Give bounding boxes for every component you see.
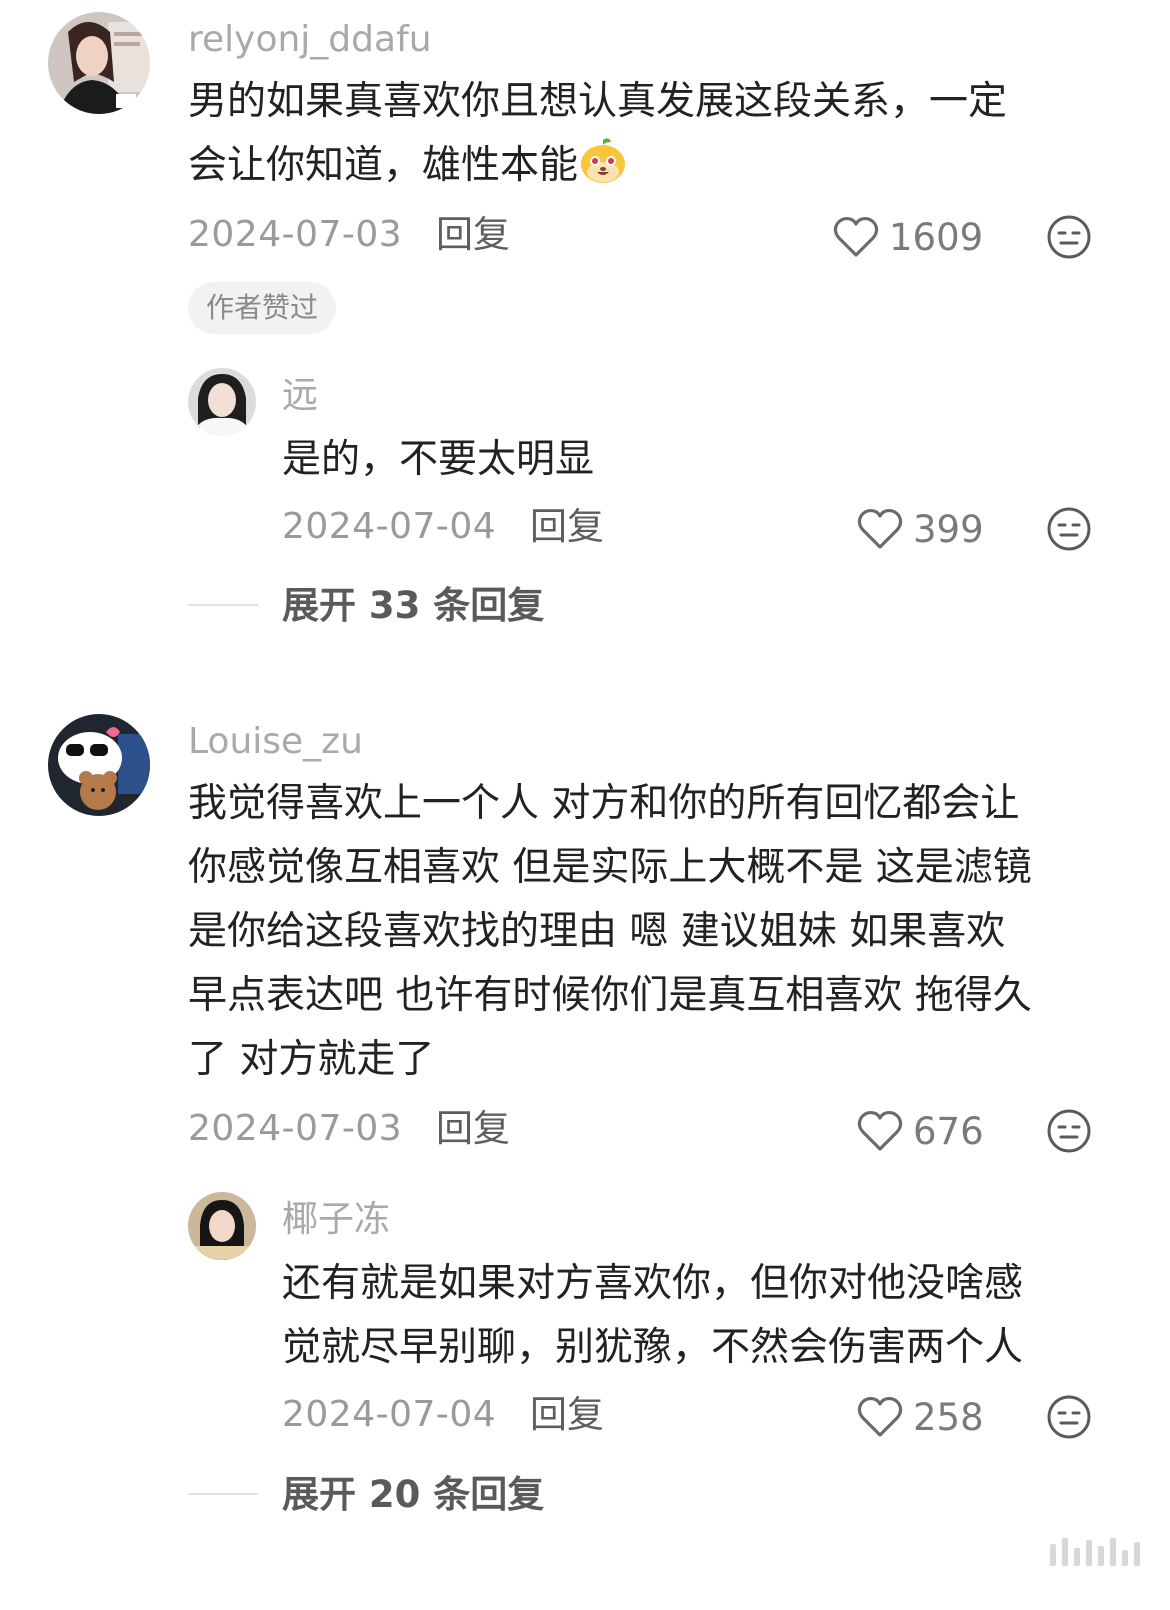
reply-text-line: 觉就尽早别聊，别犹豫，不然会伤害两个人 — [282, 1325, 1024, 1370]
reply-date: 2024-07-04 — [282, 506, 497, 547]
like-button[interactable]: 258 — [857, 1393, 984, 1441]
neutral-face-icon[interactable] — [1046, 506, 1092, 552]
comment-date: 2024-07-03 — [188, 214, 403, 255]
neutral-face-icon[interactable] — [1046, 214, 1092, 260]
comment-username[interactable]: Louise_zu — [188, 720, 363, 764]
comment-text-line: 会让你知道，雄性本能 — [188, 134, 1088, 198]
author-liked-badge: 作者赞过 — [188, 282, 337, 334]
like-count: 258 — [913, 1395, 984, 1439]
comment-text-line: 男的如果真喜欢你且想认真发展这段关系，一定 — [188, 79, 1008, 124]
reply-button[interactable]: 回复 — [530, 505, 604, 549]
like-button[interactable]: 676 — [857, 1107, 984, 1155]
like-count: 1609 — [889, 215, 984, 259]
reply-button[interactable]: 回复 — [436, 213, 510, 257]
like-button[interactable]: 399 — [857, 505, 984, 553]
comment-content: 男的如果真喜欢你且想认真发展这段关系，一定 会让你知道，雄性本能 — [188, 70, 1088, 198]
comment-text-line: 是你给这段喜欢找的理由 嗯 建议姐妹 如果喜欢 — [188, 909, 1006, 954]
neutral-face-icon[interactable] — [1046, 1394, 1092, 1440]
reply-username[interactable]: 远 — [282, 374, 318, 418]
reply-text-line: 是的，不要太明显 — [282, 437, 595, 482]
comment-date: 2024-07-03 — [188, 1108, 403, 1149]
reply-content: 还有就是如果对方喜欢你，但你对他没啥感 觉就尽早别聊，别犹豫，不然会伤害两个人 — [282, 1252, 1170, 1380]
comment-text-line: 早点表达吧 也许有时候你们是真互相喜欢 拖得久 — [188, 973, 1032, 1018]
avatar[interactable] — [188, 1192, 256, 1260]
watermark-icon — [1050, 1538, 1140, 1566]
avatar[interactable] — [48, 12, 150, 114]
expand-divider — [188, 1493, 258, 1495]
comment-text-line: 你感觉像互相喜欢 但是实际上大概不是 这是滤镜 — [188, 845, 1032, 890]
expand-replies-button[interactable]: 展开 20 条回复 — [282, 1473, 544, 1517]
comment-text: 会让你知道，雄性本能 — [188, 143, 579, 188]
expand-divider — [188, 604, 258, 606]
reply-username[interactable]: 椰子冻 — [282, 1198, 390, 1242]
avatar[interactable] — [48, 714, 150, 816]
reply-button[interactable]: 回复 — [530, 1393, 604, 1437]
reply-content: 是的，不要太明显 — [282, 428, 1170, 492]
heart-outline-icon — [857, 1110, 903, 1152]
like-count: 399 — [913, 507, 984, 551]
comment-content: 我觉得喜欢上一个人 对方和你的所有回忆都会让 你感觉像互相喜欢 但是实际上大概不… — [188, 772, 1088, 1092]
like-count: 676 — [913, 1109, 984, 1153]
grinning-mango-sticker-icon — [578, 136, 628, 186]
like-button[interactable]: 1609 — [833, 213, 983, 261]
comment-text-line: 我觉得喜欢上一个人 对方和你的所有回忆都会让 — [188, 781, 1020, 826]
heart-outline-icon — [833, 216, 879, 258]
reply-button[interactable]: 回复 — [436, 1107, 510, 1151]
reply-date: 2024-07-04 — [282, 1394, 497, 1435]
reply-text-line: 还有就是如果对方喜欢你，但你对他没啥感 — [282, 1261, 1024, 1306]
heart-outline-icon — [857, 508, 903, 550]
expand-replies-button[interactable]: 展开 33 条回复 — [282, 584, 544, 628]
neutral-face-icon[interactable] — [1046, 1108, 1092, 1154]
heart-outline-icon — [857, 1396, 903, 1438]
comment-text-line: 了 对方就走了 — [188, 1037, 435, 1082]
comment-username[interactable]: relyonj_ddafu — [188, 18, 432, 62]
avatar[interactable] — [188, 368, 256, 436]
